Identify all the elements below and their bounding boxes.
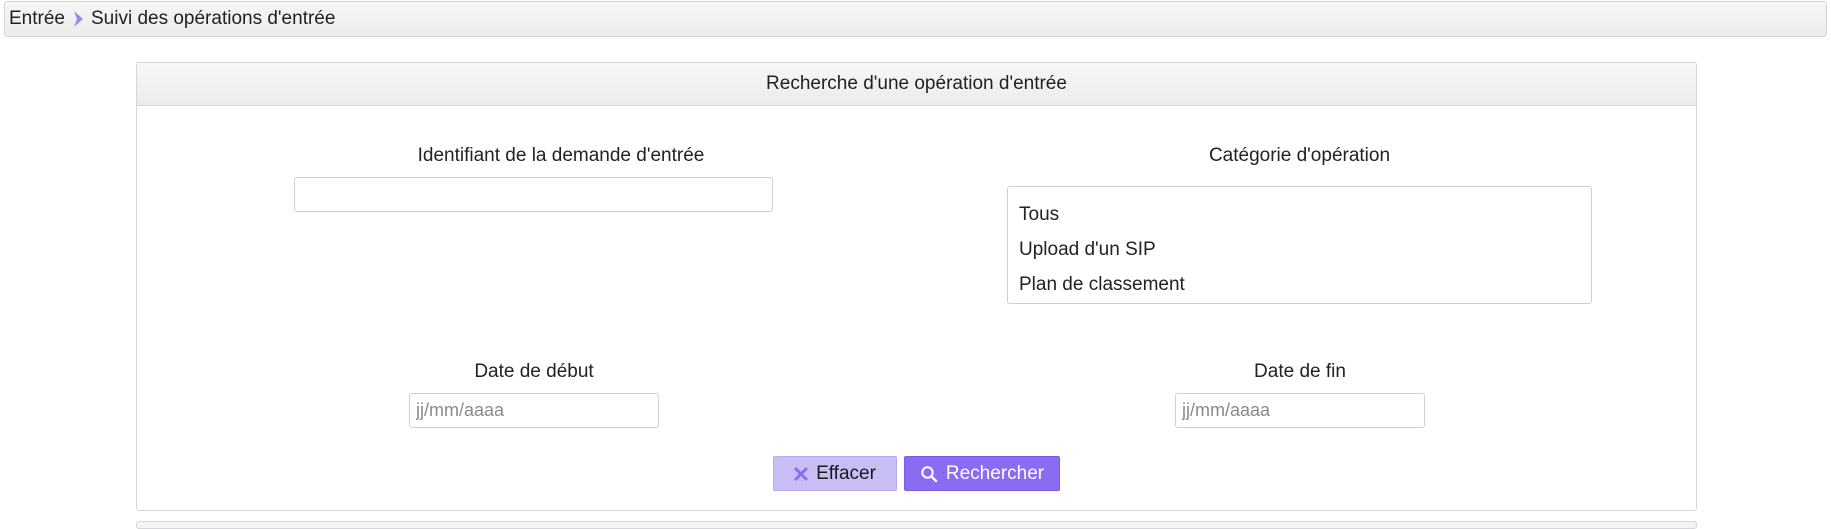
search-button[interactable]: Rechercher [904, 456, 1060, 491]
breadcrumb-item-suivi: Suivi des opérations d'entrée [90, 8, 336, 29]
chevron-right-icon [71, 9, 87, 29]
close-icon [794, 467, 808, 481]
start-date-input[interactable] [409, 393, 659, 428]
clear-button-label: Effacer [816, 462, 876, 484]
category-option-plan-classement[interactable]: Plan de classement [1008, 267, 1591, 302]
end-date-input[interactable] [1175, 393, 1425, 428]
results-panel-edge [136, 521, 1697, 529]
panel-title: Recherche d'une opération d'entrée [137, 63, 1696, 106]
category-option-upload-sip[interactable]: Upload d'un SIP [1008, 232, 1591, 267]
search-button-label: Rechercher [945, 462, 1045, 484]
category-option-tous[interactable]: Tous [1008, 197, 1591, 232]
start-date-label: Date de début [474, 361, 594, 382]
search-icon [920, 465, 938, 483]
end-date-label: Date de fin [1254, 361, 1346, 382]
search-panel: Recherche d'une opération d'entrée Ident… [136, 62, 1697, 511]
breadcrumb-item-entree[interactable]: Entrée [9, 8, 65, 30]
breadcrumb: Entrée Suivi des opérations d'entrée [4, 1, 1827, 37]
request-id-label: Identifiant de la demande d'entrée [417, 145, 705, 166]
category-listbox[interactable]: Tous Upload d'un SIP Plan de classement [1007, 186, 1592, 304]
category-label: Catégorie d'opération [1208, 145, 1391, 166]
clear-button[interactable]: Effacer [773, 456, 897, 491]
request-id-input[interactable] [294, 177, 773, 212]
